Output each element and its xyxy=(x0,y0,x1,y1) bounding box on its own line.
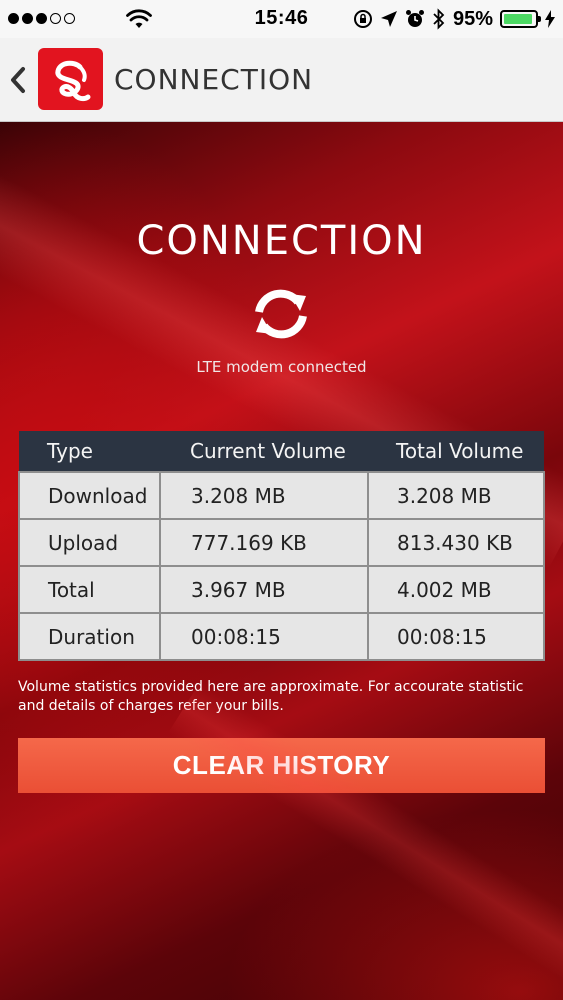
app-logo-icon xyxy=(38,48,103,110)
disclaimer-text: Volume statistics provided here are appr… xyxy=(18,679,524,714)
table-cell: Download xyxy=(18,471,161,520)
alarm-icon xyxy=(405,10,424,27)
navigation-bar: CONNECTION xyxy=(0,38,563,122)
column-header-type: Type xyxy=(19,431,160,472)
table-header-row: Type Current Volume Total Volume xyxy=(19,431,544,472)
status-bar: 15:46 95% xyxy=(0,0,563,38)
table-cell: 4.002 MB xyxy=(367,565,545,614)
location-icon xyxy=(380,11,397,27)
table-row: Upload 777.169 KB 813.430 KB xyxy=(18,518,545,567)
table-row: Duration 00:08:15 00:08:15 xyxy=(18,612,545,661)
table-cell: 00:08:15 xyxy=(367,612,545,661)
bluetooth-icon xyxy=(433,8,445,30)
connection-status: LTE modem connected xyxy=(196,358,367,376)
sync-icon[interactable] xyxy=(250,286,312,342)
clear-history-button[interactable]: CLEAR HISTORY xyxy=(18,738,545,793)
charging-icon xyxy=(545,10,555,28)
battery-icon xyxy=(500,10,541,28)
table-cell: Total xyxy=(18,565,161,614)
table-cell: Upload xyxy=(18,518,161,567)
chevron-left-icon[interactable] xyxy=(6,64,30,96)
table-cell: Duration xyxy=(18,612,161,661)
volume-stats-table: Type Current Volume Total Volume Downloa… xyxy=(18,431,545,661)
table-cell: 00:08:15 xyxy=(159,612,369,661)
page-title: CONNECTION xyxy=(136,218,427,264)
table-cell: 3.208 MB xyxy=(159,471,369,520)
column-header-current-volume: Current Volume xyxy=(160,431,368,472)
table-row: Download 3.208 MB 3.208 MB xyxy=(18,471,545,520)
main-content: CONNECTION LTE modem connected Type Curr… xyxy=(0,122,563,1000)
table-cell: 813.430 KB xyxy=(367,518,545,567)
table-cell: 3.967 MB xyxy=(159,565,369,614)
table-row: Total 3.967 MB 4.002 MB xyxy=(18,565,545,614)
column-header-total-volume: Total Volume xyxy=(368,431,544,472)
nav-title: CONNECTION xyxy=(114,63,314,96)
battery-percent: 95% xyxy=(452,7,493,30)
table-cell: 777.169 KB xyxy=(159,518,369,567)
status-right: 95% xyxy=(353,6,555,32)
table-cell: 3.208 MB xyxy=(367,471,545,520)
rotation-lock-icon xyxy=(353,10,372,28)
